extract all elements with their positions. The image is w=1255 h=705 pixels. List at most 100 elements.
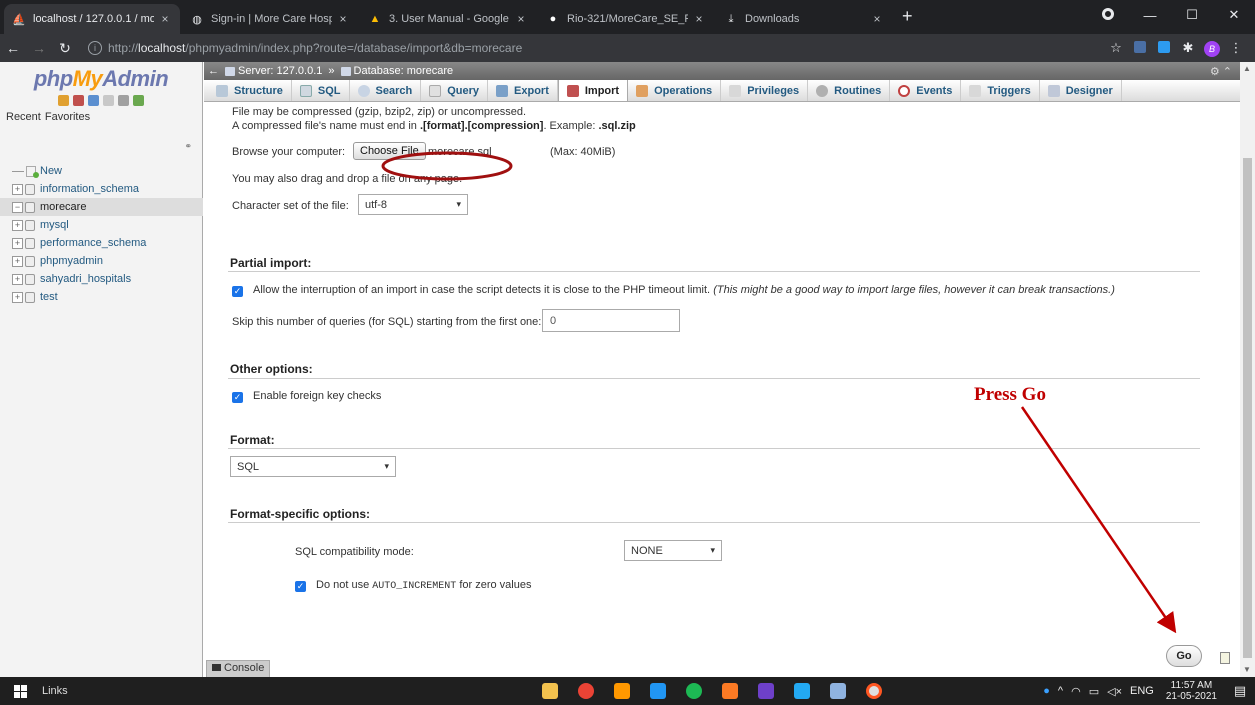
menu-kebab-icon[interactable]: ⋮ [1225,40,1247,56]
format-select[interactable]: SQL ▾ [230,456,396,477]
allow-interrupt-option[interactable]: ✓ Allow the interruption of an import in … [232,284,1115,297]
close-icon[interactable]: × [514,12,528,26]
minimize-icon[interactable]: — [1129,8,1171,23]
expand-icon[interactable]: + [12,273,23,285]
clock[interactable]: 11:57 AM 21-05-2021 [1166,680,1217,702]
console-tab[interactable]: Console [206,660,271,677]
extension-icon[interactable] [1153,40,1175,56]
charset-select[interactable]: utf-8 ▾ [358,194,468,215]
scroll-up-icon[interactable]: ▲ [1243,64,1251,73]
checkbox-checked-icon[interactable]: ✓ [232,392,243,403]
back-icon[interactable]: ← [0,40,26,56]
logout-icon[interactable] [73,95,84,106]
tree-item-information-schema[interactable]: + information_schema [12,180,202,198]
wifi-icon[interactable]: ◠ [1071,685,1081,698]
window-close-icon[interactable]: ✕ [1213,7,1255,23]
tree-item-performance-schema[interactable]: + performance_schema [12,234,202,252]
recent-tab[interactable]: Recent [6,111,41,123]
close-icon[interactable]: × [692,12,706,26]
tree-item-mysql[interactable]: + mysql [12,216,202,234]
browser-tab-github[interactable]: ● Rio-321/MoreCare_SE_Project × [538,4,714,34]
links-toolbar[interactable]: Links [42,685,68,697]
maximize-icon[interactable]: ☐ [1171,7,1213,23]
tree-item-morecare[interactable]: − morecare [0,198,203,216]
reload-icon[interactable]: ↻ [52,40,78,57]
tab-designer[interactable]: Designer [1040,80,1122,101]
skip-queries-input[interactable]: 0 [542,309,680,332]
expand-icon[interactable]: + [12,183,23,195]
extension-icon[interactable] [1129,40,1151,56]
checkbox-checked-icon[interactable]: ✓ [232,286,243,297]
tab-routines[interactable]: Routines [808,80,891,101]
notification-icon[interactable]: ▤ [1225,683,1255,699]
page-scrollbar[interactable]: ▲ ▼ [1240,62,1255,677]
tree-item-sahyadri-hospitals[interactable]: + sahyadri_hospitals [12,270,202,288]
refresh-icon[interactable] [133,95,144,106]
expand-icon[interactable]: + [12,255,23,267]
close-icon[interactable]: × [870,12,884,26]
info-icon[interactable]: i [88,41,102,55]
docs-icon[interactable] [103,95,114,106]
settings-collapse-icons[interactable]: ⚙ ⌃ [1210,65,1232,78]
expand-icon[interactable]: + [12,237,23,249]
chrome-icon[interactable] [568,677,604,705]
profile-indicator-icon[interactable] [1087,7,1129,23]
expand-icon[interactable]: + [12,291,23,303]
tab-structure[interactable]: Structure [208,80,292,101]
app-blue-icon[interactable] [640,677,676,705]
foreign-key-option[interactable]: ✓ Enable foreign key checks [232,390,381,403]
help-icon[interactable] [88,95,99,106]
tab-privileges[interactable]: Privileges [721,80,809,101]
breadcrumb-database[interactable]: Database: morecare [354,65,454,77]
phpmyadmin-logo[interactable]: phpMyAdmin [0,62,202,92]
spotify-icon[interactable] [676,677,712,705]
expand-icon[interactable]: + [12,219,23,231]
tab-query[interactable]: Query [421,80,489,101]
home-icon[interactable] [58,95,69,106]
new-tab-button[interactable]: + [894,4,923,34]
tree-item-new[interactable]: New [12,162,202,180]
tab-events[interactable]: Events [890,80,962,101]
link-chain-icon[interactable]: ⚭ [184,141,192,152]
breadcrumb-server[interactable]: Server: 127.0.0.1 [238,65,322,77]
favorites-tab[interactable]: Favorites [45,111,90,123]
puzzle-icon[interactable]: ✱ [1177,40,1199,56]
browser-tab-phpmyadmin[interactable]: ⛵ localhost / 127.0.0.1 / morecare | × [4,4,180,34]
page-settings-icon[interactable] [1220,652,1230,664]
github-desktop-icon[interactable] [748,677,784,705]
bookmark-star-icon[interactable]: ☆ [1105,40,1127,56]
tree-item-phpmyadmin[interactable]: + phpmyadmin [12,252,202,270]
close-icon[interactable]: × [158,12,172,26]
address-bar[interactable]: i http://localhost/phpmyadmin/index.php?… [84,37,1103,59]
checkbox-checked-icon[interactable]: ✓ [295,581,306,592]
vscode-icon[interactable] [784,677,820,705]
tab-sql[interactable]: SQL [292,80,350,101]
xampp-icon[interactable] [712,677,748,705]
collapse-nav-icon[interactable]: ← [208,65,219,77]
battery-icon[interactable]: ▭ [1089,685,1099,698]
forward-icon[interactable]: → [26,40,52,56]
browser-tab-signin[interactable]: ◍ Sign-in | More Care Hospitals × [182,4,358,34]
notepad-icon[interactable] [820,677,856,705]
profile-avatar[interactable]: B [1201,40,1223,57]
help-icon[interactable]: ● [1043,685,1050,697]
language-indicator[interactable]: ENG [1130,685,1154,697]
sql-compat-select[interactable]: NONE ▾ [624,540,722,561]
tab-export[interactable]: Export [488,80,558,101]
tab-import[interactable]: Import [557,80,629,101]
scroll-down-icon[interactable]: ▼ [1243,665,1251,674]
collapse-icon[interactable]: − [12,201,23,213]
scroll-thumb[interactable] [1243,158,1252,658]
file-explorer-icon[interactable] [532,677,568,705]
choose-file-button[interactable]: Choose File [353,142,426,160]
browser-tab-drive[interactable]: ▲ 3. User Manual - Google Drive × [360,4,536,34]
tab-search[interactable]: Search [350,80,422,101]
tree-item-test[interactable]: + test [12,288,202,306]
tab-operations[interactable]: Operations [628,80,722,101]
chevron-up-icon[interactable]: ^ [1058,685,1063,697]
close-icon[interactable]: × [336,12,350,26]
start-button[interactable] [0,684,40,698]
volume-icon[interactable]: ◁× [1107,685,1122,698]
app-circle-icon[interactable] [856,677,892,705]
tab-triggers[interactable]: Triggers [961,80,1040,101]
